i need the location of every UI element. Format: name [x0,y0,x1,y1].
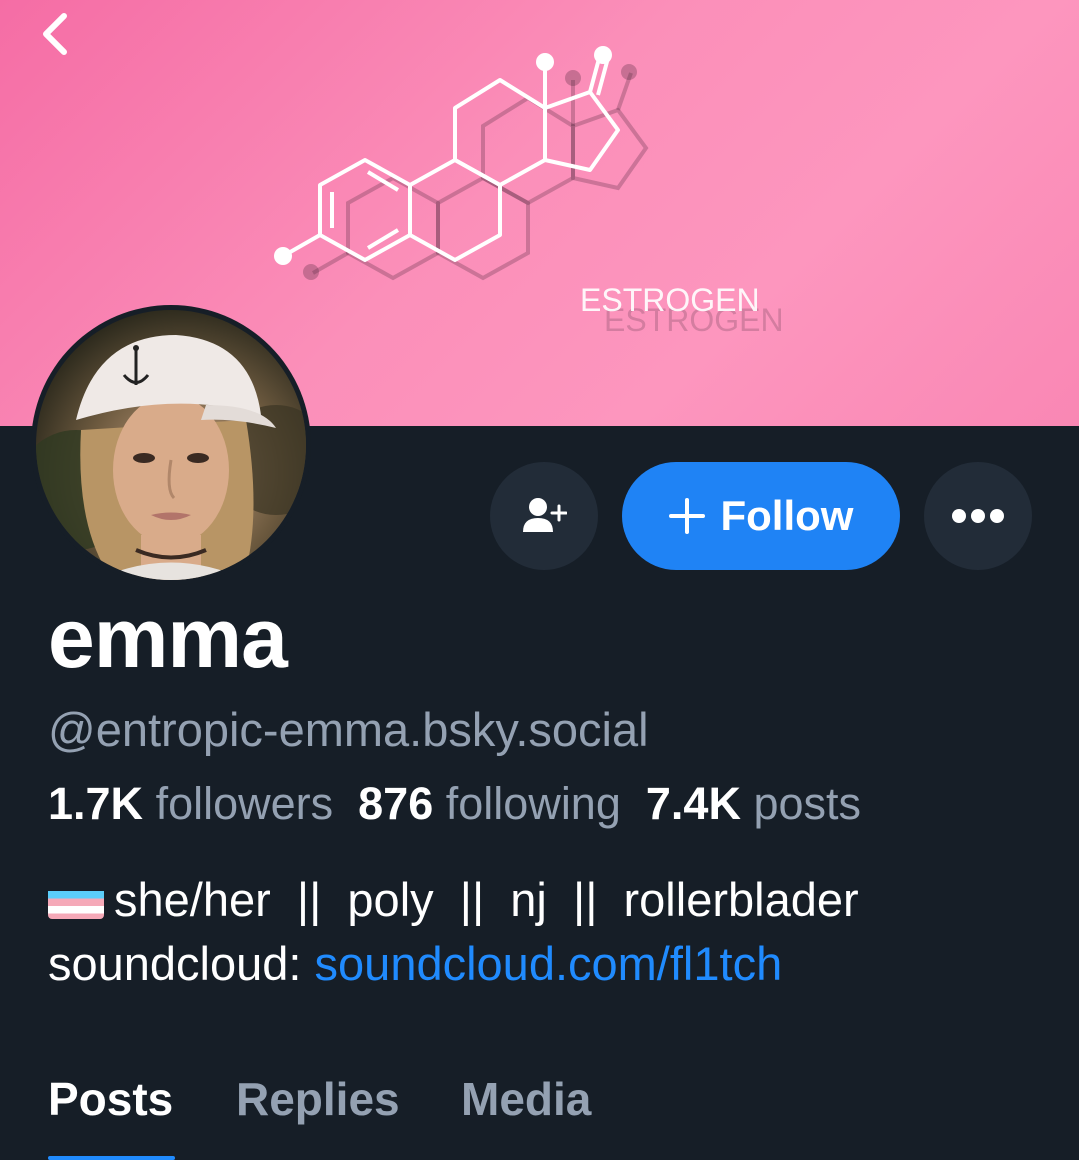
plus-icon [668,498,705,534]
posts-stat: 7.4K posts [646,778,861,829]
bio-soundcloud-label: soundcloud: [48,937,315,990]
bio-text-line-1: she/her || poly || nj || rollerblader [114,873,859,926]
display-name: emma [48,591,288,685]
followers-label: followers [155,778,334,829]
follow-button[interactable]: Follow [622,462,900,570]
followers-count: 1.7K [48,778,144,829]
more-options-icon [952,509,1004,523]
avatar-photo [36,310,306,580]
bio-line-2: soundcloud: soundcloud.com/fl1tch [48,932,859,996]
transgender-flag-icon [48,881,104,919]
following-count: 876 [358,778,434,829]
following-stat[interactable]: 876 following [358,778,621,829]
tab-media[interactable]: Media [461,1072,591,1126]
back-button[interactable] [34,10,82,58]
soundcloud-link[interactable]: soundcloud.com/fl1tch [315,937,783,990]
chevron-left-icon [43,13,67,55]
profile-stats: 1.7K followers 876 following 7.4K posts [48,778,861,830]
add-user-button[interactable] [490,462,598,570]
posts-count: 7.4K [645,778,741,829]
following-label: following [445,778,621,829]
profile-bio: she/her || poly || nj || rollerblader so… [48,868,859,996]
profile-tabs: Posts Replies Media [0,1066,1079,1160]
tab-posts[interactable]: Posts [48,1072,173,1126]
followers-stat[interactable]: 1.7K followers [48,778,333,829]
active-tab-indicator [48,1156,175,1160]
tab-replies[interactable]: Replies [236,1072,400,1126]
posts-label: posts [753,778,862,829]
add-user-icon [523,498,567,532]
bio-line-1: she/her || poly || nj || rollerblader [48,868,859,932]
follow-label: Follow [720,492,854,539]
avatar[interactable] [31,305,311,585]
profile-handle: @entropic-emma.bsky.social [48,703,649,756]
banner-text: ESTROGEN [580,282,760,318]
more-options-button[interactable] [924,462,1032,570]
